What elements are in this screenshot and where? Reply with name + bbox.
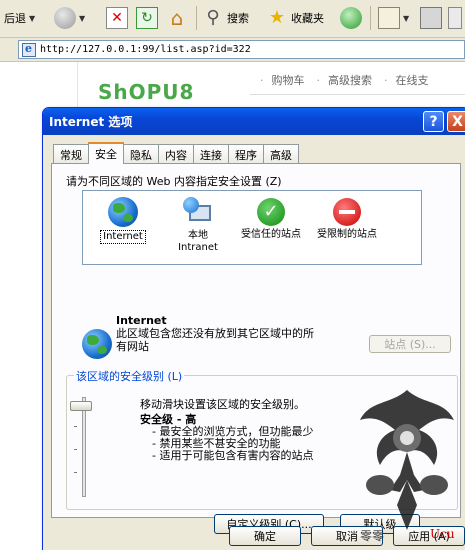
intranet-icon (183, 197, 213, 227)
zone-globe-icon (82, 329, 112, 359)
close-button[interactable]: X (447, 111, 465, 132)
watermark-text: 零零 (360, 529, 385, 543)
security-slider-track[interactable] (82, 397, 86, 497)
chevron-down-icon[interactable]: ▼ (79, 14, 85, 23)
tab-general[interactable]: 常规 (53, 144, 89, 163)
toolbar-separator (196, 6, 197, 30)
help-button[interactable]: ? (423, 111, 444, 132)
site-nav: 购物车 高级搜索 在线支 (260, 72, 429, 88)
watermark-text-red: Ucu (430, 527, 455, 541)
sites-button[interactable]: 站点 (S)... (369, 335, 451, 353)
tab-privacy[interactable]: 隐私 (123, 144, 159, 163)
back-label: 后退 (4, 12, 26, 25)
nav-divider (250, 94, 465, 95)
dialog-title: Internet 选项 (49, 115, 133, 129)
nav-advanced-search[interactable]: 高级搜索 (317, 72, 372, 88)
forward-icon (54, 7, 76, 29)
zone-trusted-label: 受信任的站点 (241, 229, 301, 240)
search-icon: ⚲ (206, 7, 220, 28)
search-button[interactable]: ⚲ 搜索 (202, 4, 249, 32)
address-bar: http://127.0.0.1:99/list.asp?id=322 (0, 38, 465, 62)
security-level-description: 最安全的浏览方式，但功能最少 禁用某些不甚安全的功能 适用于可能包含有害内容的站… (152, 426, 313, 462)
zone-description: 此区域包含您还没有放到其它区域中的所有网站 (116, 327, 314, 353)
globe-icon (108, 197, 138, 227)
slider-tick (74, 426, 77, 427)
zone-restricted-label: 受限制的站点 (317, 229, 377, 240)
zone-title: Internet (116, 314, 167, 327)
trusted-icon: ✓ (257, 198, 285, 226)
zone-internet[interactable]: Internet (83, 197, 163, 244)
mail-button[interactable]: ▼ (378, 4, 409, 32)
stop-button[interactable]: ✕ (106, 4, 128, 32)
page-icon (22, 42, 36, 57)
address-text: http://127.0.0.1:99/list.asp?id=322 (40, 44, 251, 55)
slider-tick (74, 472, 77, 473)
favorites-label: 收藏夹 (291, 12, 324, 25)
address-input[interactable]: http://127.0.0.1:99/list.asp?id=322 (18, 40, 465, 59)
zone-list: Internet 本地 Intranet ✓ 受信任的站点 受限制的站点 (82, 190, 422, 265)
chevron-down-icon[interactable]: ▼ (403, 14, 409, 23)
tab-connections[interactable]: 连接 (193, 144, 229, 163)
browser-toolbar: 后退 ▼ ▼ ✕ ↻ ⌂ ⚲ 搜索 ★ 收藏夹 ▼ (0, 0, 465, 38)
mail-icon (378, 7, 400, 29)
security-slider-thumb[interactable] (70, 401, 92, 411)
zone-internet-label: Internet (100, 230, 146, 244)
tab-programs[interactable]: 程序 (228, 144, 264, 163)
tab-content[interactable]: 内容 (158, 144, 194, 163)
zone-restricted[interactable]: 受限制的站点 (307, 197, 387, 241)
print-button[interactable] (420, 4, 442, 32)
edit-icon (448, 7, 462, 29)
favorites-button[interactable]: ★ 收藏夹 (266, 4, 324, 32)
zone-intranet-label: 本地 Intranet (178, 230, 218, 253)
dialog-tabs: 常规 安全 隐私 内容 连接 程序 高级 (53, 142, 299, 164)
history-icon (340, 7, 362, 29)
back-button[interactable]: 后退 ▼ (4, 4, 35, 32)
ok-button[interactable]: 确定 (229, 526, 301, 546)
restricted-icon (333, 198, 361, 226)
home-icon: ⌂ (170, 6, 184, 30)
level-point: 适用于可能包含有害内容的站点 (152, 450, 313, 462)
zone-trusted[interactable]: ✓ 受信任的站点 (231, 197, 311, 241)
dialog-titlebar[interactable]: Internet 选项 ? X (43, 108, 465, 135)
stop-icon: ✕ (106, 7, 128, 29)
toolbar-separator (370, 6, 371, 30)
refresh-button[interactable]: ↻ (136, 4, 158, 32)
slider-tick (74, 449, 77, 450)
zone-intranet[interactable]: 本地 Intranet (158, 197, 238, 254)
slider-instruction: 移动滑块设置该区域的安全级别。 (140, 398, 305, 411)
home-button[interactable]: ⌂ (166, 4, 188, 32)
edit-button[interactable] (448, 4, 462, 32)
history-button[interactable] (340, 4, 362, 32)
chevron-down-icon[interactable]: ▼ (29, 14, 35, 23)
printer-icon (420, 7, 442, 29)
search-label: 搜索 (227, 12, 249, 25)
star-icon: ★ (268, 7, 286, 28)
nav-cart[interactable]: 购物车 (260, 72, 305, 88)
select-zone-label: 请为不同区域的 Web 内容指定安全设置 (Z) (66, 175, 282, 188)
tribal-watermark-image (360, 390, 454, 530)
tab-security[interactable]: 安全 (88, 142, 124, 164)
site-logo[interactable]: ShOPU8 (98, 80, 194, 104)
tab-advanced[interactable]: 高级 (263, 144, 299, 163)
nav-online-pay[interactable]: 在线支 (384, 72, 429, 88)
refresh-icon: ↻ (136, 7, 158, 29)
forward-button[interactable]: ▼ (54, 4, 85, 32)
security-level-label: 该区域的安全级别 (L) (74, 368, 185, 384)
